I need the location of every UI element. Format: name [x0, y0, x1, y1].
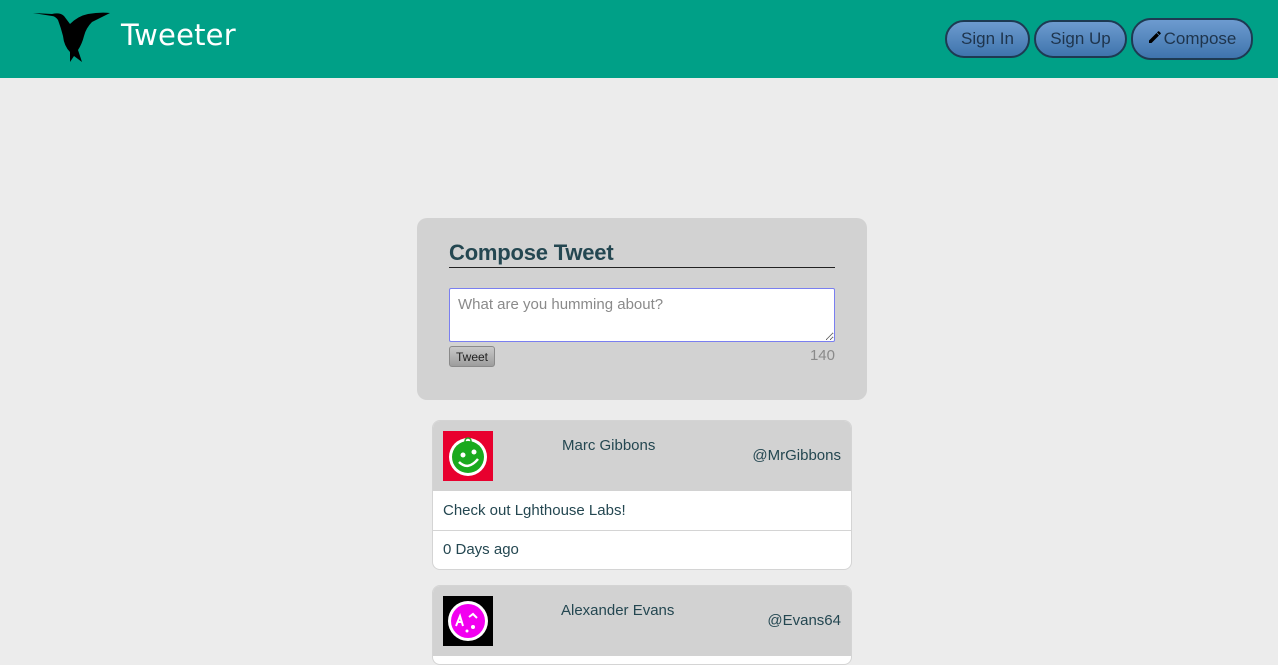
tweet-author-handle[interactable]: @Evans64	[767, 612, 841, 629]
compose-tweet-panel: Compose Tweet Tweet 140	[417, 218, 867, 400]
tweet-text: Check out Lghthouse Labs!	[433, 491, 851, 531]
avatar[interactable]	[443, 431, 493, 481]
sign-up-button[interactable]: Sign Up	[1034, 20, 1127, 58]
avatar-face	[451, 604, 485, 638]
sign-in-label: Sign In	[961, 29, 1014, 48]
brand-title[interactable]: Tweeter	[121, 18, 236, 52]
navbar: Tweeter Sign In Sign Up Compose	[0, 0, 1278, 78]
avatar-face	[452, 441, 484, 473]
compose-button[interactable]: Compose	[1131, 18, 1253, 60]
tweet-card: Marc Gibbons @MrGibbons Check out Lghtho…	[432, 420, 852, 570]
tweet-text-input[interactable]	[449, 288, 835, 342]
compose-label: Compose	[1163, 29, 1237, 48]
tweet-header: Alexander Evans @Evans64	[433, 586, 851, 656]
avatar[interactable]	[443, 596, 493, 646]
tweet-author-name: Alexander Evans	[561, 602, 675, 619]
tweet-timestamp: 0 Days ago	[443, 541, 519, 558]
tweet-card: Alexander Evans @Evans64	[432, 585, 852, 665]
sign-in-button[interactable]: Sign In	[945, 20, 1030, 58]
hummingbird-icon[interactable]	[30, 6, 112, 64]
sign-up-label: Sign Up	[1050, 29, 1111, 48]
tweet-author-name: Marc Gibbons	[562, 437, 656, 454]
compose-title: Compose Tweet	[449, 240, 835, 268]
tweet-author-handle[interactable]: @MrGibbons	[752, 447, 841, 464]
character-counter: 140	[809, 347, 835, 364]
tweet-submit-button[interactable]: Tweet	[449, 346, 495, 367]
tweet-header: Marc Gibbons @MrGibbons	[433, 421, 851, 491]
pencil-icon	[1148, 31, 1161, 43]
